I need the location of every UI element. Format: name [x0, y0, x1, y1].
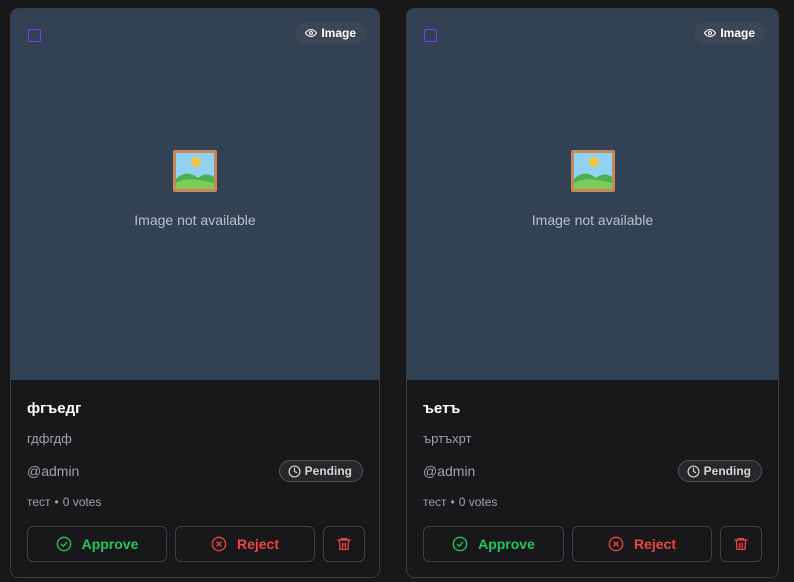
approve-label: Approve [478, 536, 535, 552]
select-checkbox[interactable] [28, 29, 41, 42]
submission-meta: тест • 0 votes [423, 495, 497, 509]
reject-label: Reject [633, 536, 677, 552]
category-label: тест [423, 495, 447, 509]
check-circle-icon [452, 536, 468, 552]
framed-picture-icon [173, 150, 217, 192]
card-actions: Approve Reject [27, 526, 365, 562]
x-circle-icon [211, 536, 227, 552]
media-preview: Image Image not available [407, 9, 778, 380]
image-unavailable-text: Image not available [134, 212, 256, 228]
meta-separator: • [450, 495, 455, 509]
submission-card: Image Image not available фгъедг гдфгдф … [10, 8, 380, 578]
trash-icon [337, 538, 351, 550]
approve-button[interactable]: Approve [423, 526, 564, 562]
clock-icon [288, 464, 301, 478]
status-label: Pending [703, 464, 751, 478]
select-checkbox[interactable] [424, 29, 437, 42]
reject-button[interactable]: Reject [175, 526, 315, 562]
status-badge: Pending [278, 460, 363, 482]
media-preview: Image Image not available [11, 9, 379, 380]
submission-meta: тест • 0 votes [27, 495, 101, 509]
status-badge: Pending [677, 460, 762, 482]
media-type-badge: Image [295, 22, 366, 44]
image-unavailable-text: Image not available [531, 212, 654, 228]
submission-card: Image Image not available ъетъ ъртъхрт @… [406, 8, 779, 578]
status-label: Pending [304, 464, 352, 478]
media-type-label: Image [321, 26, 356, 40]
submission-grid: Image Image not available фгъедг гдфгдф … [0, 0, 794, 582]
card-actions: Approve Reject [423, 526, 762, 562]
submission-author[interactable]: @admin [27, 463, 79, 479]
approve-label: Approve [81, 536, 139, 552]
trash-icon [734, 538, 748, 550]
submission-title: фгъедг [27, 400, 82, 417]
eye-icon [305, 28, 318, 38]
x-circle-icon [608, 536, 624, 552]
submission-title: ъетъ [423, 400, 461, 417]
reject-label: Reject [236, 536, 280, 552]
media-type-label: Image [720, 26, 755, 40]
approve-button[interactable]: Approve [27, 526, 167, 562]
meta-separator: • [54, 495, 59, 509]
image-placeholder: Image not available [407, 149, 778, 228]
vote-count: 0 votes [62, 495, 102, 509]
submission-author[interactable]: @admin [423, 463, 475, 479]
submission-description: гдфгдф [27, 431, 72, 446]
delete-button[interactable] [323, 526, 365, 562]
category-label: тест [27, 495, 51, 509]
submission-description: ъртъхрт [423, 431, 472, 446]
check-circle-icon [56, 536, 71, 552]
clock-icon [687, 464, 700, 478]
reject-button[interactable]: Reject [572, 526, 712, 562]
media-type-badge: Image [694, 22, 765, 44]
framed-picture-icon [570, 150, 615, 192]
delete-button[interactable] [720, 526, 762, 562]
image-placeholder: Image not available [11, 149, 379, 228]
vote-count: 0 votes [458, 495, 498, 509]
eye-icon [704, 28, 717, 38]
